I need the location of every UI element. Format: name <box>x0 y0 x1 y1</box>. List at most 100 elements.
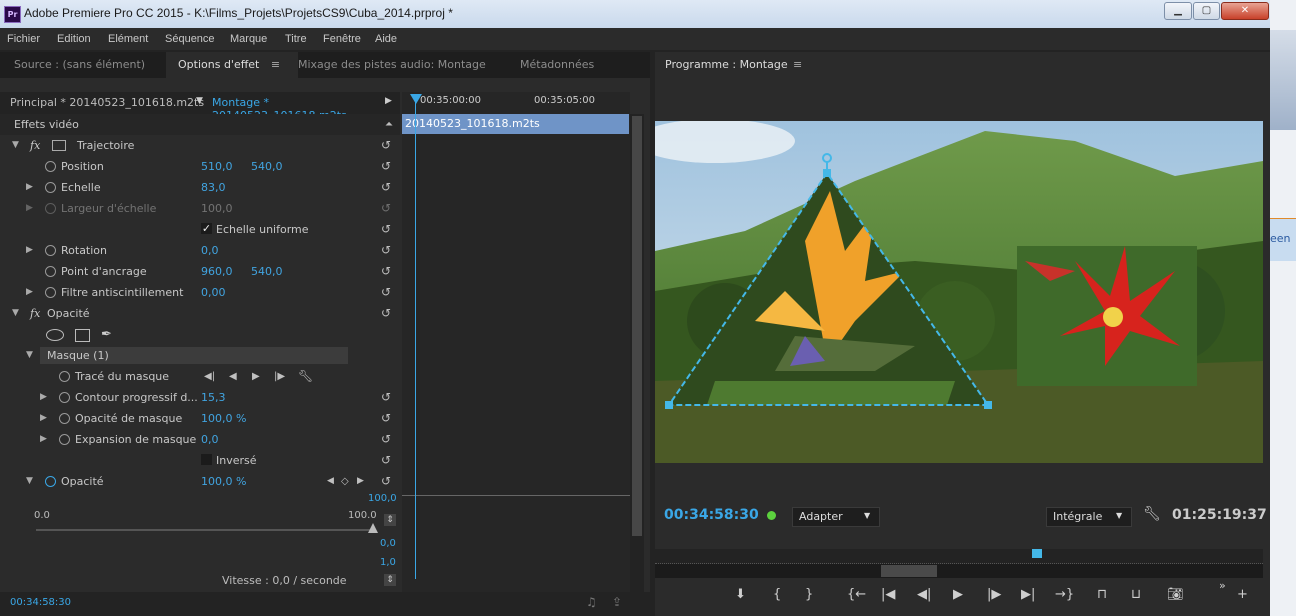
tab-audio-mixer[interactable]: Mixage des pistes audio: Montage <box>298 52 486 78</box>
track-forward-icon[interactable]: ▶ <box>252 366 260 387</box>
fx-icon[interactable]: fx <box>30 135 40 156</box>
expand-triangle-icon[interactable]: ▶ <box>26 282 33 303</box>
position-x-value[interactable]: 510,0 <box>201 156 233 177</box>
anchor-y-value[interactable]: 540,0 <box>251 261 283 282</box>
video-frame[interactable] <box>655 121 1263 463</box>
step-forward-icon[interactable]: ▶| <box>1021 587 1035 602</box>
effect-timeline[interactable]: 00:35:00:00 00:35:05:00 20140523_101618.… <box>402 92 630 597</box>
reset-icon[interactable]: ↺ <box>381 156 391 177</box>
reset-icon[interactable]: ↺ <box>381 450 391 471</box>
mark-in-icon[interactable]: { <box>773 587 781 602</box>
motion-effect-row[interactable]: ▼ fx Trajectoire ↺ <box>0 135 400 156</box>
minimize-button[interactable]: ▁ <box>1164 2 1192 20</box>
reset-icon[interactable]: ↺ <box>381 471 391 492</box>
mask-row[interactable]: ▼ Masque (1) <box>0 345 400 366</box>
stopwatch-active-icon[interactable] <box>45 476 56 487</box>
opacity-slider-handle[interactable] <box>368 523 378 533</box>
stopwatch-icon[interactable] <box>59 413 70 424</box>
collapse-triangle-icon[interactable]: ▼ <box>26 471 33 492</box>
reset-icon[interactable]: ↺ <box>381 429 391 450</box>
clip-dropdown-icon[interactable]: ▼ <box>196 96 203 106</box>
stopwatch-icon[interactable] <box>45 266 56 277</box>
mask-expansion-value[interactable]: 0,0 <box>201 429 219 450</box>
prev-keyframe-icon[interactable]: ◀ <box>327 471 334 492</box>
transform-icon[interactable] <box>52 140 66 151</box>
mask-vertex-handle[interactable] <box>984 401 992 409</box>
current-time-readout[interactable]: 00:34:58:30 <box>10 597 71 608</box>
rectangle-mask-icon[interactable] <box>75 329 90 342</box>
expand-triangle-icon[interactable]: ▶ <box>26 240 33 261</box>
panel-menu-icon[interactable]: ≡ <box>793 58 802 71</box>
add-keyframe-icon[interactable]: ◇ <box>341 471 349 492</box>
close-button[interactable]: ✕ <box>1221 2 1269 20</box>
program-playhead[interactable] <box>1032 549 1042 558</box>
stopwatch-icon[interactable] <box>45 182 56 193</box>
more-controls-icon[interactable]: » <box>1219 579 1226 592</box>
mark-out-icon[interactable]: } <box>805 587 813 602</box>
add-marker-icon[interactable]: ⬇ <box>735 587 746 602</box>
expand-triangle-icon[interactable]: ▶ <box>26 198 33 219</box>
uniform-scale-checkbox[interactable]: ✓ <box>201 223 212 234</box>
go-to-in-icon[interactable]: {← <box>847 587 866 602</box>
wrench-icon[interactable]: 🔧︎ <box>1143 506 1161 522</box>
opacity-effect-row[interactable]: ▼ fx Opacité ↺ <box>0 303 400 324</box>
mask-feather-value[interactable]: 15,3 <box>201 387 226 408</box>
anchor-x-value[interactable]: 960,0 <box>201 261 233 282</box>
inverted-checkbox[interactable] <box>201 454 212 465</box>
reset-icon[interactable]: ↺ <box>381 135 391 156</box>
zoom-scrollbar-thumb[interactable] <box>881 565 937 577</box>
zoom-scrollbar[interactable] <box>655 564 1263 578</box>
lift-icon[interactable]: ⊓ <box>1097 587 1107 602</box>
mask-opacity-value[interactable]: 100,0 % <box>201 408 246 429</box>
audio-scrub-icon[interactable]: ♫ <box>586 595 597 609</box>
track-backward-all-icon[interactable]: ◀| <box>204 366 215 387</box>
wrench-icon[interactable]: 🔧︎ <box>298 366 313 387</box>
stopwatch-icon[interactable] <box>45 245 56 256</box>
reset-icon[interactable]: ↺ <box>381 408 391 429</box>
effect-scrollbar[interactable] <box>630 114 644 598</box>
mask-vertex-handle[interactable] <box>823 169 831 177</box>
stopwatch-icon[interactable] <box>45 161 56 172</box>
position-y-value[interactable]: 540,0 <box>251 156 283 177</box>
velocity-zoom-icon[interactable]: ⇕ <box>384 574 396 586</box>
opacity-slider-track[interactable] <box>36 529 376 531</box>
stopwatch-icon[interactable] <box>59 434 70 445</box>
playhead-handle[interactable] <box>410 94 422 104</box>
scale-value[interactable]: 83,0 <box>201 177 226 198</box>
export-frame-icon[interactable]: 📷︎ <box>1167 587 1184 602</box>
reset-icon[interactable]: ↺ <box>381 387 391 408</box>
fit-dropdown[interactable]: Adapter ▼ <box>792 507 880 527</box>
next-keyframe-icon[interactable]: ▶ <box>357 471 364 492</box>
menu-titre[interactable]: Titre <box>285 33 307 45</box>
ellipse-mask-icon[interactable] <box>46 329 64 341</box>
stopwatch-icon[interactable] <box>45 287 56 298</box>
program-timecode[interactable]: 00:34:58:30 <box>664 507 759 523</box>
antiflicker-value[interactable]: 0,00 <box>201 282 226 303</box>
expand-triangle-icon[interactable]: ▶ <box>40 387 47 408</box>
graph-zoom-icon[interactable]: ⇕ <box>384 514 396 526</box>
reset-icon[interactable]: ↺ <box>381 219 391 240</box>
panel-menu-icon[interactable]: ≡ <box>271 58 280 71</box>
reset-icon[interactable]: ↺ <box>381 261 391 282</box>
collapse-triangle-icon[interactable]: ▼ <box>12 135 19 156</box>
step-back-icon[interactable]: |◀ <box>881 587 895 602</box>
reset-icon[interactable]: ↺ <box>381 303 391 324</box>
menu-edition[interactable]: Edition <box>57 33 91 45</box>
rotation-value[interactable]: 0,0 <box>201 240 219 261</box>
export-icon[interactable]: ⇪ <box>612 595 622 609</box>
collapse-triangle-icon[interactable]: ▼ <box>12 303 19 324</box>
menu-fichier[interactable]: Fichier <box>7 33 40 45</box>
menu-sequence[interactable]: Séquence <box>165 33 215 45</box>
track-forward-all-icon[interactable]: |▶ <box>274 366 285 387</box>
collapse-triangle-icon[interactable]: ▼ <box>26 345 33 366</box>
stopwatch-icon[interactable] <box>59 392 70 403</box>
effect-scrollbar-thumb[interactable] <box>632 116 642 536</box>
tab-effect-options[interactable]: Options d'effet ≡ <box>166 52 298 78</box>
opacity-value[interactable]: 100,0 % <box>201 471 246 492</box>
timeline-clip-bar[interactable]: 20140523_101618.m2ts <box>402 114 629 134</box>
play-icon[interactable]: ▶ <box>953 587 963 602</box>
quality-dropdown[interactable]: Intégrale ▼ <box>1046 507 1132 527</box>
fx-icon[interactable]: fx <box>30 303 40 324</box>
tab-metadata[interactable]: Métadonnées <box>520 52 594 78</box>
expand-triangle-icon[interactable]: ▶ <box>40 429 47 450</box>
